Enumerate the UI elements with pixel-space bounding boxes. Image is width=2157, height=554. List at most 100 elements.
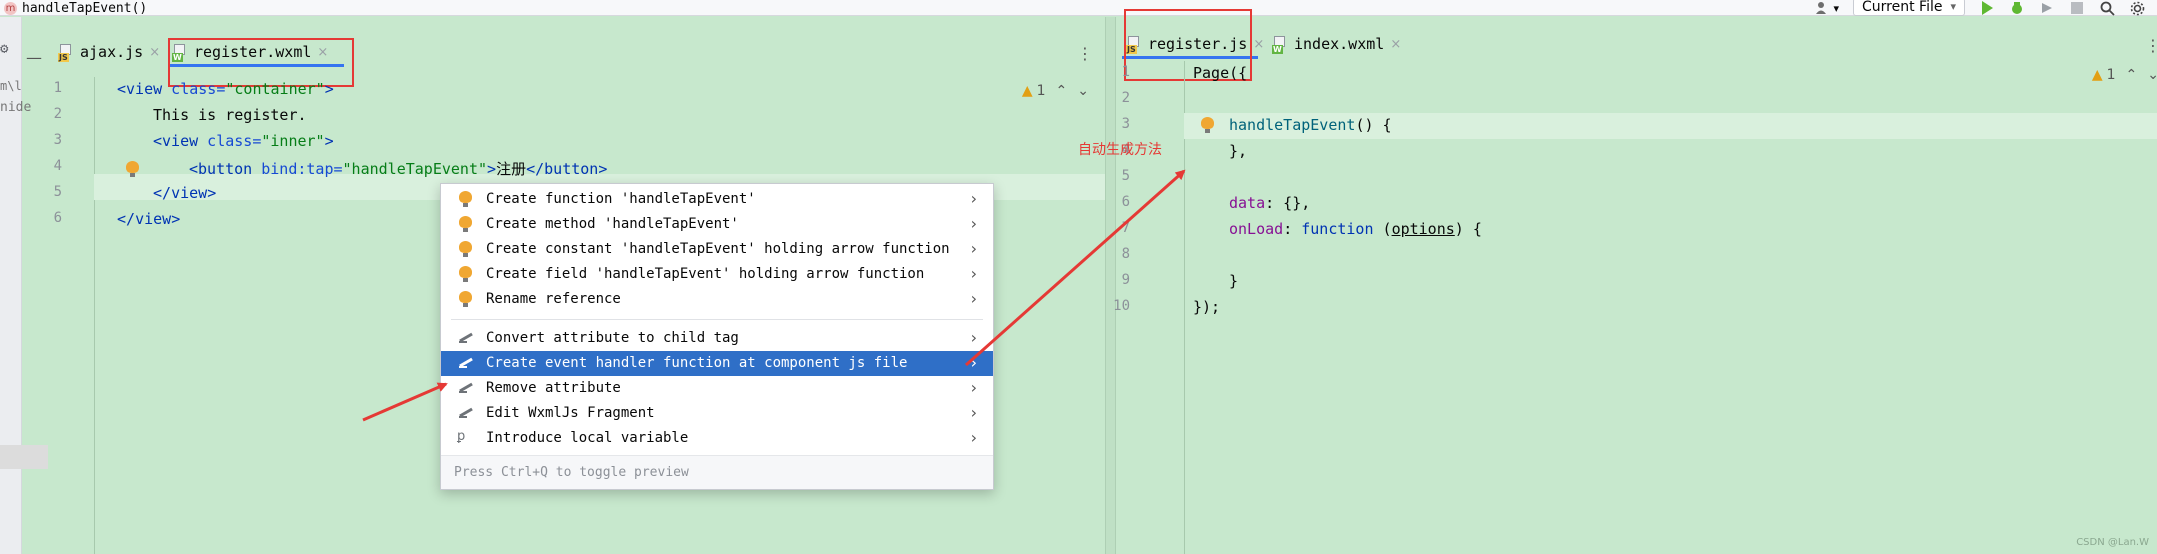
line-number: 2 xyxy=(53,106,62,122)
close-icon[interactable]: × xyxy=(1390,37,1401,52)
breadcrumb[interactable]: m handleTapEvent() xyxy=(4,0,147,16)
code-line-6: </view> xyxy=(117,210,181,228)
user-icon[interactable] xyxy=(1815,1,1831,15)
code-line-4: <button bind:tap="handleTapEvent">注册</bu… xyxy=(189,160,608,178)
js-editor[interactable]: 1 2 3 4 5 6 7 8 9 10 ▲ 1 ⌃ ⌄ Page({ hand… xyxy=(1113,61,2157,554)
bulb-icon[interactable] xyxy=(126,161,139,178)
intention-rename-reference[interactable]: Rename reference › xyxy=(441,287,993,312)
intention-actions-popup: Create function 'handleTapEvent' › Creat… xyxy=(440,183,994,490)
variable-icon: ꝑ xyxy=(457,429,466,444)
chevron-right-icon: › xyxy=(970,328,977,347)
warning-count: 1 xyxy=(1036,83,1046,99)
top-toolbar: m handleTapEvent() ▾ Current File ▾ xyxy=(0,0,2157,16)
warning-count: 1 xyxy=(2106,67,2116,83)
js-file-icon: JS xyxy=(58,44,74,62)
bulb-icon xyxy=(459,291,475,308)
code-line-5: </view> xyxy=(153,184,217,202)
run-config-caret: ▾ xyxy=(1950,0,1956,13)
close-icon[interactable]: × xyxy=(149,45,160,60)
right-tab-bar: JS register.js × W index.wxml × ⋮ xyxy=(1116,32,2157,59)
debug-icon[interactable] xyxy=(2009,1,2025,15)
code-line-9: } xyxy=(1229,272,1239,290)
pencil-icon xyxy=(459,407,475,424)
code-line-6: data: {}, xyxy=(1229,194,1311,212)
line-number: 2 xyxy=(1121,90,1130,106)
stop-icon[interactable] xyxy=(2069,1,2085,15)
run-configuration-select[interactable]: Current File ▾ xyxy=(1853,0,1965,16)
chevron-right-icon: › xyxy=(970,378,977,397)
toolbar-right: ▾ Current File ▾ xyxy=(1815,0,2157,16)
code-line-1: <view class="container"> xyxy=(117,80,334,98)
warning-icon: ▲ xyxy=(1021,83,1033,99)
code-line-3: <view class="inner"> xyxy=(153,132,334,150)
code-line-4: }, xyxy=(1229,142,1248,160)
line-number: 8 xyxy=(1121,246,1130,262)
line-number: 7 xyxy=(1121,220,1130,236)
intention-remove-attribute[interactable]: Remove attribute › xyxy=(441,376,993,401)
more-options-icon[interactable]: ⋮ xyxy=(2145,36,2157,55)
code-line-3: handleTapEvent() { xyxy=(1229,116,1392,134)
intention-introduce-variable[interactable]: ꝑ Introduce local variable › xyxy=(441,426,993,451)
chevron-right-icon: › xyxy=(970,189,977,208)
code-line-10: }); xyxy=(1193,298,1221,316)
inspection-widget[interactable]: ▲ 1 ⌃ ⌄ xyxy=(2092,67,2157,83)
code-line-1: Page({ xyxy=(1193,64,1248,82)
more-options-icon[interactable]: ⋮ xyxy=(1077,44,1093,63)
tab-label: ajax.js xyxy=(80,43,144,61)
project-fragment: m\l xyxy=(0,79,22,93)
next-highlight-icon[interactable]: ⌄ xyxy=(1077,83,1089,99)
breadcrumb-label: handleTapEvent() xyxy=(22,0,148,16)
line-number: 6 xyxy=(53,210,62,226)
line-number: 1 xyxy=(1121,64,1130,80)
run-icon[interactable] xyxy=(1979,1,1995,15)
preview-hint: Press Ctrl+Q to toggle preview xyxy=(454,465,689,480)
coverage-icon[interactable] xyxy=(2039,1,2055,15)
code-line-7: onLoad: function (options) { xyxy=(1229,220,1482,238)
line-number: 6 xyxy=(1121,194,1130,210)
intention-convert-attribute[interactable]: Convert attribute to child tag › xyxy=(441,326,993,351)
chevron-right-icon: › xyxy=(970,353,977,372)
intention-create-method[interactable]: Create method 'handleTapEvent' › xyxy=(441,212,993,237)
chevron-right-icon: › xyxy=(970,403,977,422)
intention-edit-fragment[interactable]: Edit WxmlJs Fragment › xyxy=(441,401,993,426)
bulb-icon[interactable] xyxy=(1201,117,1214,134)
chevron-right-icon: › xyxy=(970,239,977,258)
intention-create-field[interactable]: Create field 'handleTapEvent' holding ar… xyxy=(441,262,993,287)
run-config-label: Current File xyxy=(1862,0,1943,15)
settings-icon[interactable]: ⚙ xyxy=(0,41,8,57)
next-highlight-icon[interactable]: ⌄ xyxy=(2147,67,2157,83)
chevron-right-icon: › xyxy=(970,289,977,308)
search-icon[interactable] xyxy=(2099,1,2115,16)
settings-icon[interactable] xyxy=(2129,1,2145,15)
user-caret[interactable]: ▾ xyxy=(1833,2,1839,15)
bulb-icon xyxy=(459,266,475,283)
prev-highlight-icon[interactable]: ⌃ xyxy=(2126,67,2138,83)
line-number: 3 xyxy=(1121,116,1130,132)
wxml-file-icon: W xyxy=(1272,36,1288,54)
bulb-icon xyxy=(459,216,475,233)
line-number: 5 xyxy=(53,184,62,200)
annotation-label: 自动生成方法 xyxy=(1078,142,1162,158)
tab-ajax-js[interactable]: JS ajax.js × xyxy=(58,40,160,64)
pencil-icon xyxy=(459,357,475,374)
tab-index-wxml[interactable]: W index.wxml × xyxy=(1272,32,1401,56)
intention-create-constant[interactable]: Create constant 'handleTapEvent' holding… xyxy=(441,237,993,262)
pencil-icon xyxy=(459,332,475,349)
right-editor-pane: JS register.js × W index.wxml × ⋮ 1 2 3 … xyxy=(1113,9,2157,554)
line-number: 10 xyxy=(1113,298,1130,314)
intention-create-function[interactable]: Create function 'handleTapEvent' › xyxy=(441,187,993,212)
close-icon[interactable]: × xyxy=(1253,37,1264,52)
warning-icon: ▲ xyxy=(2091,67,2103,83)
line-number: 5 xyxy=(1121,168,1130,184)
tab-label: index.wxml xyxy=(1294,35,1385,53)
split-divider[interactable] xyxy=(1105,17,1116,554)
inspection-widget[interactable]: ▲ 1 ⌃ ⌄ xyxy=(1022,83,1089,99)
line-number: 3 xyxy=(53,132,62,148)
chevron-right-icon: › xyxy=(970,428,977,447)
prev-highlight-icon[interactable]: ⌃ xyxy=(1056,83,1068,99)
line-number: 4 xyxy=(53,158,62,174)
intention-create-event-handler[interactable]: Create event handler function at compone… xyxy=(441,351,993,376)
watermark: CSDN @Lan.W xyxy=(2076,537,2149,548)
code-line-2: This is register. xyxy=(153,106,307,124)
bulb-icon xyxy=(459,191,475,208)
